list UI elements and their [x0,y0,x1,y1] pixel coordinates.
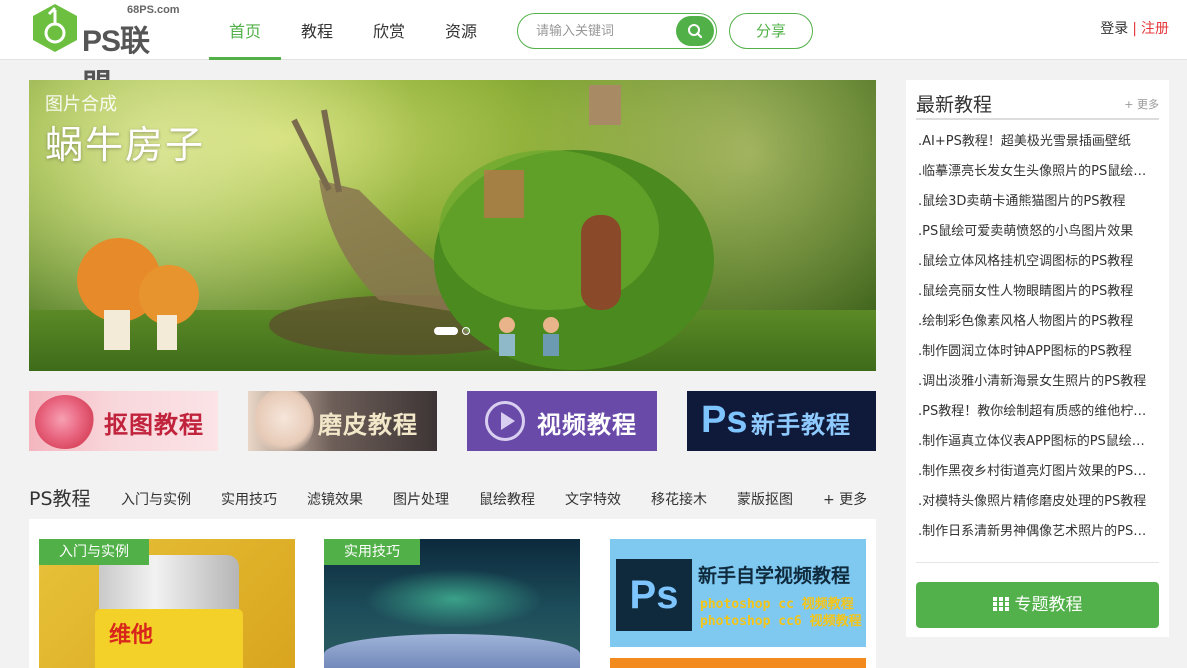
video-course-card[interactable]: Ps 新手自学视频教程 photoshop cc 视频教程 photoshop … [610,539,866,647]
auth-links: 登录 | 注册 [1100,18,1169,38]
list-item[interactable]: .制作黑夜乡村街道亮灯图片效果的PS教程 [918,460,1156,490]
search-icon [688,24,703,39]
list-item[interactable]: .临摹漂亮长发女生头像照片的PS鼠绘教程 [918,160,1156,190]
search-input[interactable] [536,21,676,41]
latest-list: .AI+PS教程！超美极光雪景插画壁纸 .临摹漂亮长发女生头像照片的PS鼠绘教程… [918,130,1156,550]
list-item[interactable]: .鼠绘立体风格挂机空调图标的PS教程 [918,250,1156,280]
list-item[interactable]: .制作圆润立体时钟APP图标的PS教程 [918,340,1156,370]
list-item[interactable]: .鼠绘亮丽女性人物眼睛图片的PS教程 [918,280,1156,310]
tile-skin-retouch-tutorial[interactable]: 磨皮教程 [248,391,437,451]
nav-item-resources[interactable]: 资源 [425,0,497,60]
tile-label: 新手教程 [751,411,851,439]
auth-separator: | [1132,21,1137,37]
site-logo[interactable]: 68PS.com PS联盟 [30,2,180,102]
tile-cutout-tutorial[interactable]: 抠图教程 [29,391,218,451]
search-button[interactable] [676,16,714,46]
tab-mask-cutout[interactable]: 蒙版抠图 [722,489,808,509]
course-subtitle: photoshop cc6 视频教程 [700,614,862,629]
sidebar-divider [916,562,1159,563]
topic-button-label: 专题教程 [1014,595,1083,615]
nav-item-gallery[interactable]: 欣赏 [353,0,425,60]
main-nav: 首页 教程 欣赏 资源 [209,0,497,60]
can-logo-text: 维他 [109,623,154,648]
logo-site-url: 68PS.com [127,4,180,16]
list-item[interactable]: .鼠绘3D卖萌卡通熊猫图片的PS教程 [918,190,1156,220]
tile-video-tutorial[interactable]: 视频教程 [467,391,657,451]
topic-tutorials-button[interactable]: 专题教程 [916,582,1159,628]
snow-image [324,634,580,668]
tile-label: 抠图教程 [104,411,204,439]
card-tag[interactable]: 入门与实例 [39,539,149,565]
hero-banner[interactable]: 图片合成 蜗牛房子 [29,80,876,371]
grid-icon [992,597,1009,611]
nav-item-tutorials[interactable]: 教程 [281,0,353,60]
login-link[interactable]: 登录 [1100,21,1128,37]
tutorial-card[interactable]: 实用技巧 [324,539,580,668]
sidebar-more-link[interactable]: + 更多 [1124,96,1159,112]
register-link[interactable]: 注册 [1141,21,1169,37]
tab-drawing[interactable]: 鼠绘教程 [464,489,550,509]
list-item[interactable]: .调出淡雅小清新海景女生照片的PS教程 [918,370,1156,400]
card-tag[interactable]: 实用技巧 [324,539,420,565]
tab-filters[interactable]: 滤镜效果 [292,489,378,509]
play-icon [485,401,525,441]
sidebar-title: 最新教程 [916,94,993,116]
banner-dot-2[interactable] [462,327,470,335]
section-panel: 维他 入门与实例 实用技巧 Ps 新手自学视频教程 photoshop cc 视… [29,519,876,668]
nav-item-home[interactable]: 首页 [209,0,281,60]
banner-category: 图片合成 [45,94,117,115]
tab-photo-processing[interactable]: 图片处理 [378,489,464,509]
section-tabs: 入门与实例 实用技巧 滤镜效果 图片处理 鼠绘教程 文字特效 移花接木 蒙版抠图… [106,489,882,509]
sidebar-latest: 最新教程 + 更多 .AI+PS教程！超美极光雪景插画壁纸 .临摹漂亮长发女生头… [906,80,1169,637]
face-icon [254,391,314,451]
banner-dot-1[interactable] [434,327,458,335]
tab-more[interactable]: + 更多 [808,489,882,509]
logo-emblem-icon [33,4,77,52]
tutorial-card[interactable]: 维他 入门与实例 [39,539,295,668]
next-card-edge[interactable] [610,658,866,668]
sidebar-header: 最新教程 + 更多 [916,80,1159,120]
list-item[interactable]: .制作逼真立体仪表APP图标的PS鼠绘教程 [918,430,1156,460]
share-button[interactable]: 分享 [729,13,813,49]
banner-pagination [434,327,470,335]
list-item[interactable]: .制作日系清新男神偶像艺术照片的PS教程 [918,520,1156,550]
list-item[interactable]: .PS教程！教你绘制超有质感的维他柠檬茶 [918,400,1156,430]
tile-label: 磨皮教程 [318,411,418,439]
ps-logo-icon: Ps [701,399,748,441]
tab-basics[interactable]: 入门与实例 [106,489,206,509]
tile-beginner-tutorial[interactable]: Ps 新手教程 [687,391,876,451]
banner-title: 蜗牛房子 [45,123,206,167]
tile-label: 视频教程 [537,411,637,439]
site-header: 68PS.com PS联盟 首页 教程 欣赏 资源 分享 登录|注册 [0,0,1187,102]
aurora-image [364,569,544,629]
search-box [517,13,717,49]
course-title: 新手自学视频教程 [698,565,851,587]
tab-text-effects[interactable]: 文字特效 [550,489,636,509]
tab-tips[interactable]: 实用技巧 [206,489,292,509]
list-item[interactable]: .绘制彩色像素风格人物图片的PS教程 [918,310,1156,340]
section-title: PS教程 [29,488,91,510]
list-item[interactable]: .AI+PS教程！超美极光雪景插画壁纸 [918,130,1156,160]
list-item[interactable]: .对模特头像照片精修磨皮处理的PS教程 [918,490,1156,520]
list-item[interactable]: .PS鼠绘可爱卖萌愤怒的小鸟图片效果 [918,220,1156,250]
rose-icon [35,395,95,449]
tab-compositing[interactable]: 移花接木 [636,489,722,509]
ps-logo-icon: Ps [616,559,692,631]
